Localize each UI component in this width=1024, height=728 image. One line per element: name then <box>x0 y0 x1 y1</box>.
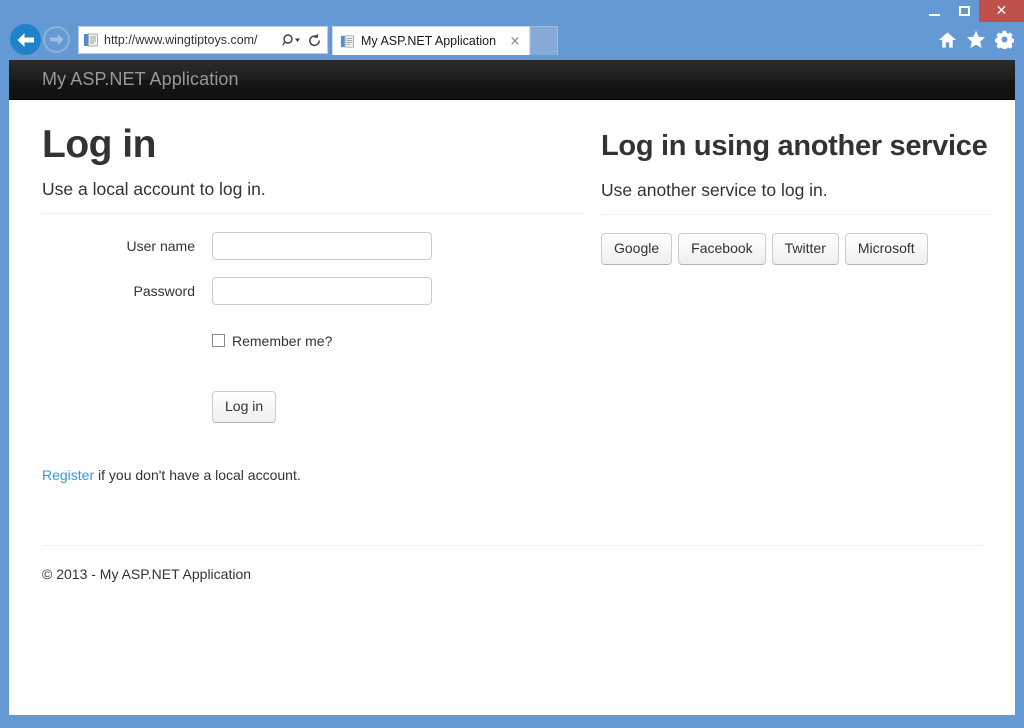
page-title: Log in <box>42 124 584 167</box>
username-form-row: User name <box>42 232 584 260</box>
minimize-button[interactable] <box>919 0 949 22</box>
favorites-button[interactable] <box>966 30 986 49</box>
back-button[interactable] <box>10 24 41 55</box>
remember-me-checkbox[interactable] <box>212 334 225 347</box>
search-dropdown-button[interactable] <box>281 28 303 52</box>
chrome-toolbar-icons <box>938 30 1014 49</box>
local-login-column: Log in Use a local account to log in. Us… <box>42 100 593 497</box>
tab-strip: My ASP.NET Application × <box>332 26 558 55</box>
page-favicon-icon <box>83 32 99 48</box>
browser-tab[interactable]: My ASP.NET Application × <box>332 26 530 55</box>
close-icon: ✕ <box>996 4 1008 18</box>
tab-favicon-icon <box>340 34 355 49</box>
log-in-button[interactable]: Log in <box>212 391 276 424</box>
browser-chrome-bar: ✕ http://ww <box>0 0 1024 60</box>
provider-button-microsoft[interactable]: Microsoft <box>845 233 928 266</box>
star-icon <box>966 30 986 49</box>
site-navbar: My ASP.NET Application <box>9 60 1015 100</box>
home-icon <box>938 31 957 49</box>
provider-button-google[interactable]: Google <box>601 233 672 266</box>
navigation-arrows <box>10 24 70 55</box>
maximize-icon <box>959 6 970 16</box>
content-row: Log in Use a local account to log in. Us… <box>42 100 1015 497</box>
username-label: User name <box>42 238 212 254</box>
external-provider-buttons: Google Facebook Twitter Microsoft <box>601 233 993 266</box>
external-login-subheading: Use another service to log in. <box>601 180 993 202</box>
window-caption-buttons: ✕ <box>919 0 1024 22</box>
register-hint-text: if you don't have a local account. <box>94 467 301 483</box>
minimize-icon <box>929 14 940 16</box>
page-footer: © 2013 - My ASP.NET Application <box>42 545 983 582</box>
close-window-button[interactable]: ✕ <box>979 0 1024 22</box>
tab-close-icon[interactable]: × <box>507 35 523 48</box>
password-form-row: Password <box>42 277 584 305</box>
external-login-column: Log in using another service Use another… <box>593 100 993 497</box>
password-label: Password <box>42 283 212 299</box>
refresh-icon <box>307 33 322 48</box>
tab-title: My ASP.NET Application <box>361 34 507 48</box>
remember-me-label: Remember me? <box>232 333 332 349</box>
refresh-button[interactable] <box>303 28 325 52</box>
gear-icon <box>995 30 1014 49</box>
forward-arrow-icon <box>49 33 65 46</box>
settings-button[interactable] <box>995 30 1014 49</box>
external-login-divider <box>601 214 993 215</box>
username-input[interactable] <box>212 232 432 260</box>
forward-button[interactable] <box>43 26 70 53</box>
local-login-subheading: Use a local account to log in. <box>42 179 584 201</box>
remember-me-row: Remember me? <box>42 333 584 349</box>
back-arrow-icon <box>16 32 35 48</box>
search-dropdown-icon <box>282 33 302 47</box>
password-input[interactable] <box>212 277 432 305</box>
page-viewport: My ASP.NET Application Log in Use a loca… <box>9 60 1015 715</box>
browser-window: ✕ http://ww <box>0 0 1024 728</box>
site-brand[interactable]: My ASP.NET Application <box>9 69 239 90</box>
provider-button-facebook[interactable]: Facebook <box>678 233 765 266</box>
maximize-button[interactable] <box>949 0 979 22</box>
new-tab-button[interactable] <box>530 26 558 55</box>
provider-button-twitter[interactable]: Twitter <box>772 233 839 266</box>
page-container: Log in Use a local account to log in. Us… <box>9 100 1015 582</box>
address-bar-url[interactable]: http://www.wingtiptoys.com/ <box>104 33 281 47</box>
submit-row: Log in <box>42 391 584 424</box>
register-link[interactable]: Register <box>42 467 94 483</box>
home-button[interactable] <box>938 31 957 49</box>
footer-copyright: © 2013 - My ASP.NET Application <box>42 566 983 582</box>
register-line: Register if you don't have a local accou… <box>42 467 584 483</box>
local-login-divider <box>42 213 584 214</box>
address-bar[interactable]: http://www.wingtiptoys.com/ <box>78 26 328 54</box>
external-login-heading: Log in using another service <box>601 126 993 166</box>
